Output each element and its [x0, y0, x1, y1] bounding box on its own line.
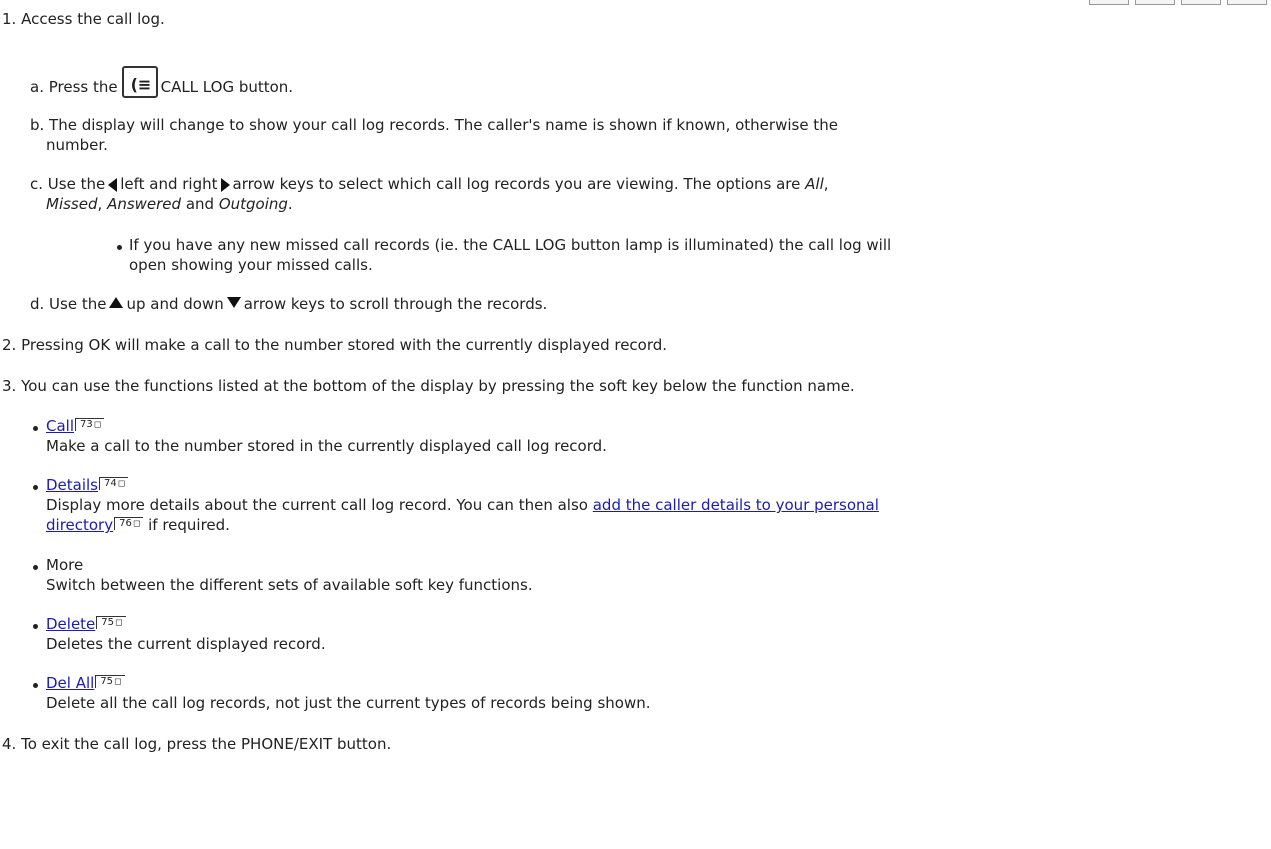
- step-2: 2. Pressing OK will make a call to the n…: [2, 336, 668, 354]
- arrow-right-icon: [220, 177, 230, 192]
- step-1c-end: .: [287, 195, 293, 213]
- nav-button-2[interactable]: [1135, 0, 1175, 5]
- step-1: 1. Access the call log.: [2, 10, 165, 28]
- step-1c-comma: ,: [823, 175, 829, 193]
- page-reference-icon[interactable]: 73◻: [75, 418, 105, 431]
- function-delall-desc: Delete all the call log records, not jus…: [46, 694, 651, 712]
- function-call-title: Call 73◻: [46, 416, 105, 436]
- personal-directory-link-cont[interactable]: directory: [46, 516, 113, 534]
- function-delete-title: Delete 75◻: [46, 614, 126, 634]
- function-delall-title: Del All 75◻: [46, 673, 125, 693]
- option-outgoing: Outgoing: [218, 195, 288, 213]
- step-1d-prefix: d. Use the: [30, 295, 107, 313]
- step-1a: a. Press the (≡ CALL LOG button.: [30, 66, 293, 101]
- option-missed: Missed: [46, 195, 98, 213]
- step-1d-tail: arrow keys to scroll through the records…: [243, 295, 548, 313]
- details-desc-prefix: Display more details about the current c…: [46, 496, 588, 514]
- step-1b-line1: b. The display will change to show your …: [30, 116, 838, 134]
- step-1c-prefix: c. Use the: [30, 175, 106, 193]
- call-link[interactable]: Call: [46, 417, 74, 435]
- step-1c-bullet-line2: open showing your missed calls.: [129, 256, 373, 274]
- step-1a-suffix: CALL LOG button.: [160, 78, 294, 96]
- page-reference-icon[interactable]: 74◻: [99, 477, 129, 490]
- step-4: 4. To exit the call log, press the PHONE…: [2, 735, 392, 753]
- step-1c-and: and: [181, 195, 219, 213]
- call-log-icon: (≡: [121, 66, 158, 98]
- step-1c-bullet-line1: If you have any new missed call records …: [129, 236, 892, 254]
- bullet-dot: [117, 245, 122, 250]
- step-3: 3. You can use the functions listed at t…: [2, 377, 855, 395]
- bullet-dot: [33, 683, 38, 688]
- step-1b-line2: number.: [46, 136, 108, 154]
- step-1c-tail: arrow keys to select which call log reco…: [232, 175, 801, 193]
- top-nav-buttons: [1089, 0, 1267, 5]
- arrow-up-icon: [109, 297, 124, 308]
- step-1c-line2: Missed, Answered and Outgoing.: [46, 194, 293, 214]
- page-reference-icon[interactable]: 76◻: [114, 517, 144, 530]
- bullet-dot: [33, 426, 38, 431]
- step-1c-line1: c. Use the left and right arrow keys to se…: [30, 174, 829, 194]
- function-more-title: More: [46, 556, 84, 574]
- function-delete-desc: Deletes the current displayed record.: [46, 635, 326, 653]
- delete-page-number: 75: [101, 617, 115, 628]
- details-page-number: 74: [104, 478, 117, 489]
- step-1d-mid: up and down: [126, 295, 224, 313]
- page-reference-icon[interactable]: 75◻: [96, 616, 126, 629]
- del-all-link[interactable]: Del All: [46, 674, 94, 692]
- personal-directory-link[interactable]: add the caller details to your personal: [593, 496, 879, 514]
- page-reference-icon[interactable]: 75◻: [95, 675, 125, 688]
- nav-button-4[interactable]: [1227, 0, 1267, 5]
- step-1c-sep: ,: [97, 195, 103, 213]
- bullet-dot: [33, 624, 38, 629]
- nav-button-3[interactable]: [1181, 0, 1221, 5]
- option-answered: Answered: [107, 195, 182, 213]
- function-details-desc-line1: Display more details about the current c…: [46, 495, 879, 515]
- option-all: All: [805, 175, 824, 193]
- function-more-desc: Switch between the different sets of ava…: [46, 576, 533, 594]
- arrow-down-icon: [226, 297, 241, 308]
- function-details-title: Details 74◻: [46, 475, 129, 495]
- function-call-desc: Make a call to the number stored in the …: [46, 437, 607, 455]
- arrow-left-icon: [108, 177, 118, 192]
- step-1d: d. Use the up and down arrow keys to scrol…: [30, 294, 547, 314]
- nav-button-1[interactable]: [1089, 0, 1129, 5]
- details-link[interactable]: Details: [46, 476, 98, 494]
- function-details-desc-line2: directory 76◻ if required.: [46, 515, 230, 535]
- step-1c-mid: left and right: [120, 175, 218, 193]
- call-page-number: 73: [80, 419, 93, 430]
- delete-link[interactable]: Delete: [46, 615, 95, 633]
- details-desc-suffix: if required.: [148, 516, 230, 534]
- delall-page-number: 75: [100, 676, 114, 687]
- bullet-dot: [33, 565, 38, 570]
- step-1a-prefix: a. Press the: [30, 78, 118, 96]
- directory-page-number: 76: [119, 518, 132, 529]
- bullet-dot: [33, 485, 38, 490]
